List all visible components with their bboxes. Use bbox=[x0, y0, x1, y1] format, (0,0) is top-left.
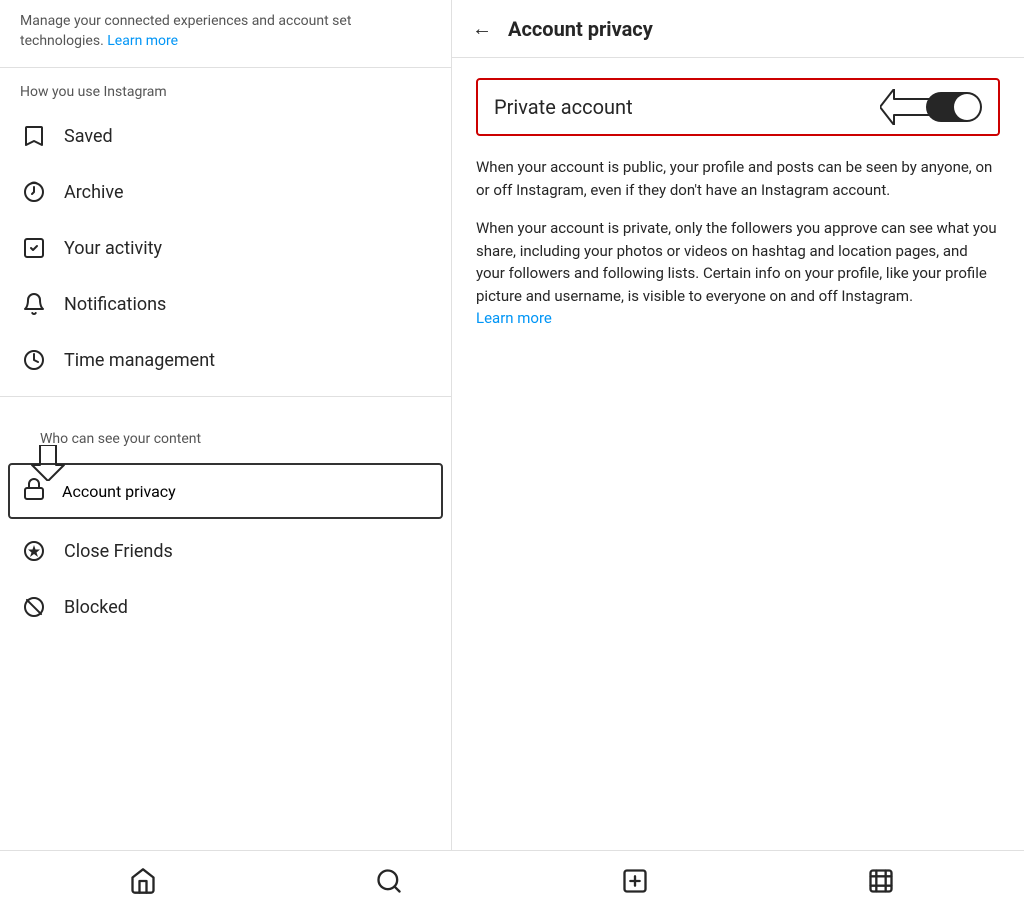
private-account-row: Private account bbox=[476, 78, 1000, 136]
right-panel-title: Account privacy bbox=[508, 17, 653, 41]
nav-add[interactable] bbox=[611, 857, 659, 905]
sidebar-description: Manage your connected experiences and ac… bbox=[20, 12, 431, 51]
close-friends-label: Close Friends bbox=[64, 541, 173, 562]
bell-icon bbox=[20, 290, 48, 318]
right-panel: ← Account privacy Private account bbox=[452, 0, 1024, 850]
sidebar-item-close-friends[interactable]: Close Friends bbox=[0, 523, 451, 579]
lock-icon bbox=[22, 477, 46, 505]
sidebar-item-time-management[interactable]: Time management bbox=[0, 332, 451, 388]
sidebar-item-your-activity[interactable]: Your activity bbox=[0, 220, 451, 276]
activity-icon bbox=[20, 234, 48, 262]
sidebar-top: Manage your connected experiences and ac… bbox=[0, 0, 451, 68]
learn-more-link-bottom[interactable]: Learn more bbox=[476, 309, 552, 327]
reels-icon bbox=[867, 867, 895, 895]
blocked-label: Blocked bbox=[64, 597, 128, 618]
private-account-toggle[interactable] bbox=[926, 92, 982, 122]
home-icon bbox=[129, 867, 157, 895]
account-privacy-label: Account privacy bbox=[62, 482, 176, 501]
archive-icon bbox=[20, 178, 48, 206]
nav-search[interactable] bbox=[365, 857, 413, 905]
private-account-label: Private account bbox=[494, 95, 633, 119]
sidebar: Manage your connected experiences and ac… bbox=[0, 0, 452, 850]
archive-label: Archive bbox=[64, 182, 124, 203]
section-header-who: Who can see your content bbox=[20, 415, 431, 455]
private-account-section: Private account bbox=[476, 78, 1000, 136]
red-arrow-right-icon bbox=[880, 89, 930, 125]
notifications-label: Notifications bbox=[64, 294, 166, 315]
nav-reels[interactable] bbox=[857, 857, 905, 905]
right-header: ← Account privacy bbox=[452, 0, 1024, 58]
star-icon bbox=[20, 537, 48, 565]
bookmark-icon bbox=[20, 122, 48, 150]
back-button[interactable]: ← bbox=[472, 16, 492, 41]
learn-more-link[interactable]: Learn more bbox=[107, 33, 178, 49]
nav-home[interactable] bbox=[119, 857, 167, 905]
bottom-nav bbox=[0, 850, 1024, 910]
sidebar-item-notifications[interactable]: Notifications bbox=[0, 276, 451, 332]
red-arrow-down-icon bbox=[30, 445, 66, 481]
private-account-description: When your account is private, only the f… bbox=[476, 217, 1000, 330]
sidebar-item-saved[interactable]: Saved bbox=[0, 108, 451, 164]
sidebar-item-blocked[interactable]: Blocked bbox=[0, 579, 451, 635]
time-management-label: Time management bbox=[64, 350, 215, 371]
plus-square-icon bbox=[621, 867, 649, 895]
clock-icon bbox=[20, 346, 48, 374]
toggle-knob bbox=[954, 94, 980, 120]
saved-label: Saved bbox=[64, 126, 113, 147]
section-who-container: Who can see your content bbox=[0, 405, 451, 459]
right-content: Private account When your account is pub… bbox=[452, 58, 1024, 366]
blocked-icon bbox=[20, 593, 48, 621]
sidebar-item-account-privacy[interactable]: Account privacy bbox=[8, 463, 443, 519]
section-header-how: How you use Instagram bbox=[0, 68, 451, 108]
your-activity-label: Your activity bbox=[64, 238, 162, 259]
public-account-description: When your account is public, your profil… bbox=[476, 156, 1000, 201]
sidebar-divider bbox=[0, 396, 451, 397]
sidebar-item-archive[interactable]: Archive bbox=[0, 164, 451, 220]
search-icon bbox=[375, 867, 403, 895]
